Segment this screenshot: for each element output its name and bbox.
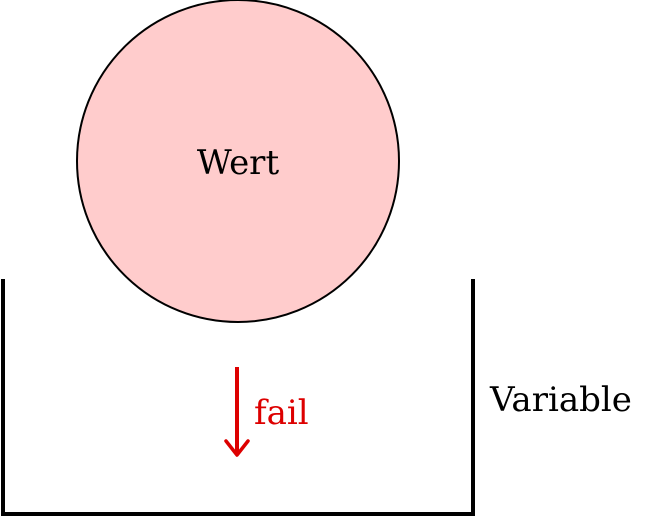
variable-label: Variable — [489, 380, 632, 420]
fail-label: fail — [254, 393, 309, 433]
value-label: Wert — [197, 143, 280, 183]
diagram-canvas: Wert Variable fail — [1, 0, 632, 516]
fail-arrow — [224, 367, 250, 457]
